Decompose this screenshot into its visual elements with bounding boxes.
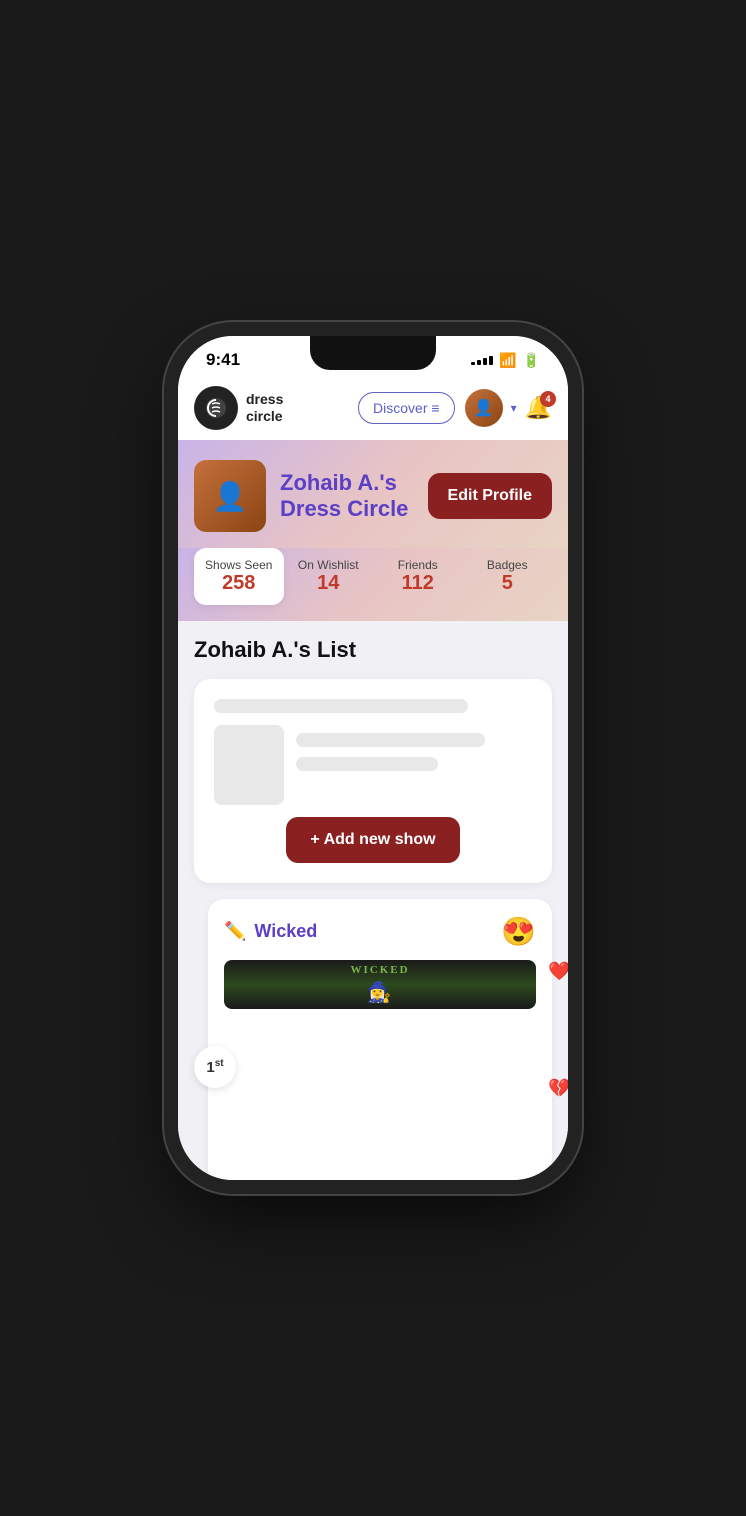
- broken-heart-icon-wicked: 💔: [548, 1078, 568, 1099]
- logo-text: dress circle: [246, 391, 283, 425]
- notifications-bell[interactable]: 🔔 4: [525, 395, 552, 421]
- chevron-down-icon[interactable]: ▾: [511, 401, 517, 415]
- stat-badges[interactable]: Badges 5: [463, 548, 553, 605]
- header-right: 👤 ▾ 🔔 4: [465, 389, 552, 427]
- now-playing-badge: Now Playing: [548, 1176, 568, 1180]
- show-poster-wicked: WICKED 🧙‍♀️: [224, 960, 536, 1009]
- heart-icon-wicked: ❤️: [548, 961, 568, 982]
- main-content: Zohaib A.'s List + Add new show: [178, 621, 568, 1180]
- list-title: Zohaib A.'s List: [194, 637, 552, 663]
- placeholder-line-1: [214, 699, 468, 713]
- show-card-wicked: 1st ✏️ Wicked 😍 WICKED 🧙‍♀️: [208, 899, 552, 1180]
- profile-name-line1: Zohaib A.'s: [280, 470, 408, 496]
- stat-wishlist-label: On Wishlist: [288, 558, 370, 572]
- stats-row: Shows Seen 258 On Wishlist 14 Friends 11…: [178, 548, 568, 621]
- show-title-row-wicked: ✏️ Wicked: [224, 921, 317, 942]
- phone-notch: [310, 336, 436, 370]
- discover-button[interactable]: Discover ≡: [358, 392, 455, 424]
- edit-show-icon-wicked[interactable]: ✏️: [224, 921, 246, 942]
- profile-name-line2: Dress Circle: [280, 496, 408, 522]
- rank-badge-1: 1st: [194, 1046, 236, 1088]
- logo-container: dress circle: [194, 386, 283, 430]
- placeholder-text-lines: [296, 725, 532, 771]
- add-show-button[interactable]: + Add new show: [286, 817, 459, 863]
- add-show-card: + Add new show: [194, 679, 552, 883]
- card-placeholder-row: [214, 725, 532, 805]
- show-emoji-wicked: 😍: [501, 915, 536, 948]
- stat-friends-value: 112: [377, 572, 459, 595]
- notifications-badge: 4: [540, 391, 556, 407]
- stat-shows-seen-label: Shows Seen: [198, 558, 280, 572]
- wifi-icon: 📶: [499, 352, 516, 369]
- profile-avatar: 👤: [194, 460, 266, 532]
- stat-badges-label: Badges: [467, 558, 549, 572]
- stat-shows-seen-value: 258: [198, 572, 280, 595]
- stat-friends-label: Friends: [377, 558, 459, 572]
- battery-icon: 🔋: [523, 352, 540, 369]
- stat-friends[interactable]: Friends 112: [373, 548, 463, 605]
- stat-shows-seen[interactable]: Shows Seen 258: [194, 548, 284, 605]
- profile-banner: 👤 Zohaib A.'s Dress Circle Edit Profile: [178, 440, 568, 548]
- show-card-wicked-header: ✏️ Wicked 😍: [224, 915, 536, 948]
- review-positive-wicked: ❤️ When Dorothy famously triumphed over …: [548, 960, 568, 1069]
- stat-badges-value: 5: [467, 572, 549, 595]
- status-icons: 📶 🔋: [471, 352, 540, 369]
- status-time: 9:41: [206, 350, 240, 370]
- edit-profile-button[interactable]: Edit Profile: [428, 473, 552, 519]
- show-reviews-wicked: ❤️ When Dorothy famously triumphed over …: [548, 960, 568, 1180]
- stat-wishlist[interactable]: On Wishlist 14: [284, 548, 374, 605]
- placeholder-poster: [214, 725, 284, 805]
- placeholder-line-2: [296, 733, 485, 747]
- profile-name-block: Zohaib A.'s Dress Circle: [280, 470, 408, 523]
- app-content: dress circle Discover ≡ 👤 ▾ 🔔 4 👤 Zohaib…: [178, 376, 568, 1180]
- app-header: dress circle Discover ≡ 👤 ▾ 🔔 4: [178, 376, 568, 440]
- logo-icon: [194, 386, 238, 430]
- stat-wishlist-value: 14: [288, 572, 370, 595]
- show-body-wicked: WICKED 🧙‍♀️ ❤️ When Dorothy famously tri…: [224, 960, 536, 1180]
- signal-icon: [471, 356, 493, 365]
- show-title-wicked: Wicked: [254, 921, 317, 942]
- placeholder-line-3: [296, 757, 438, 771]
- review-negative-wicked: 💔 You wish more characters were like Gan…: [548, 1077, 568, 1168]
- user-avatar-small[interactable]: 👤: [465, 389, 503, 427]
